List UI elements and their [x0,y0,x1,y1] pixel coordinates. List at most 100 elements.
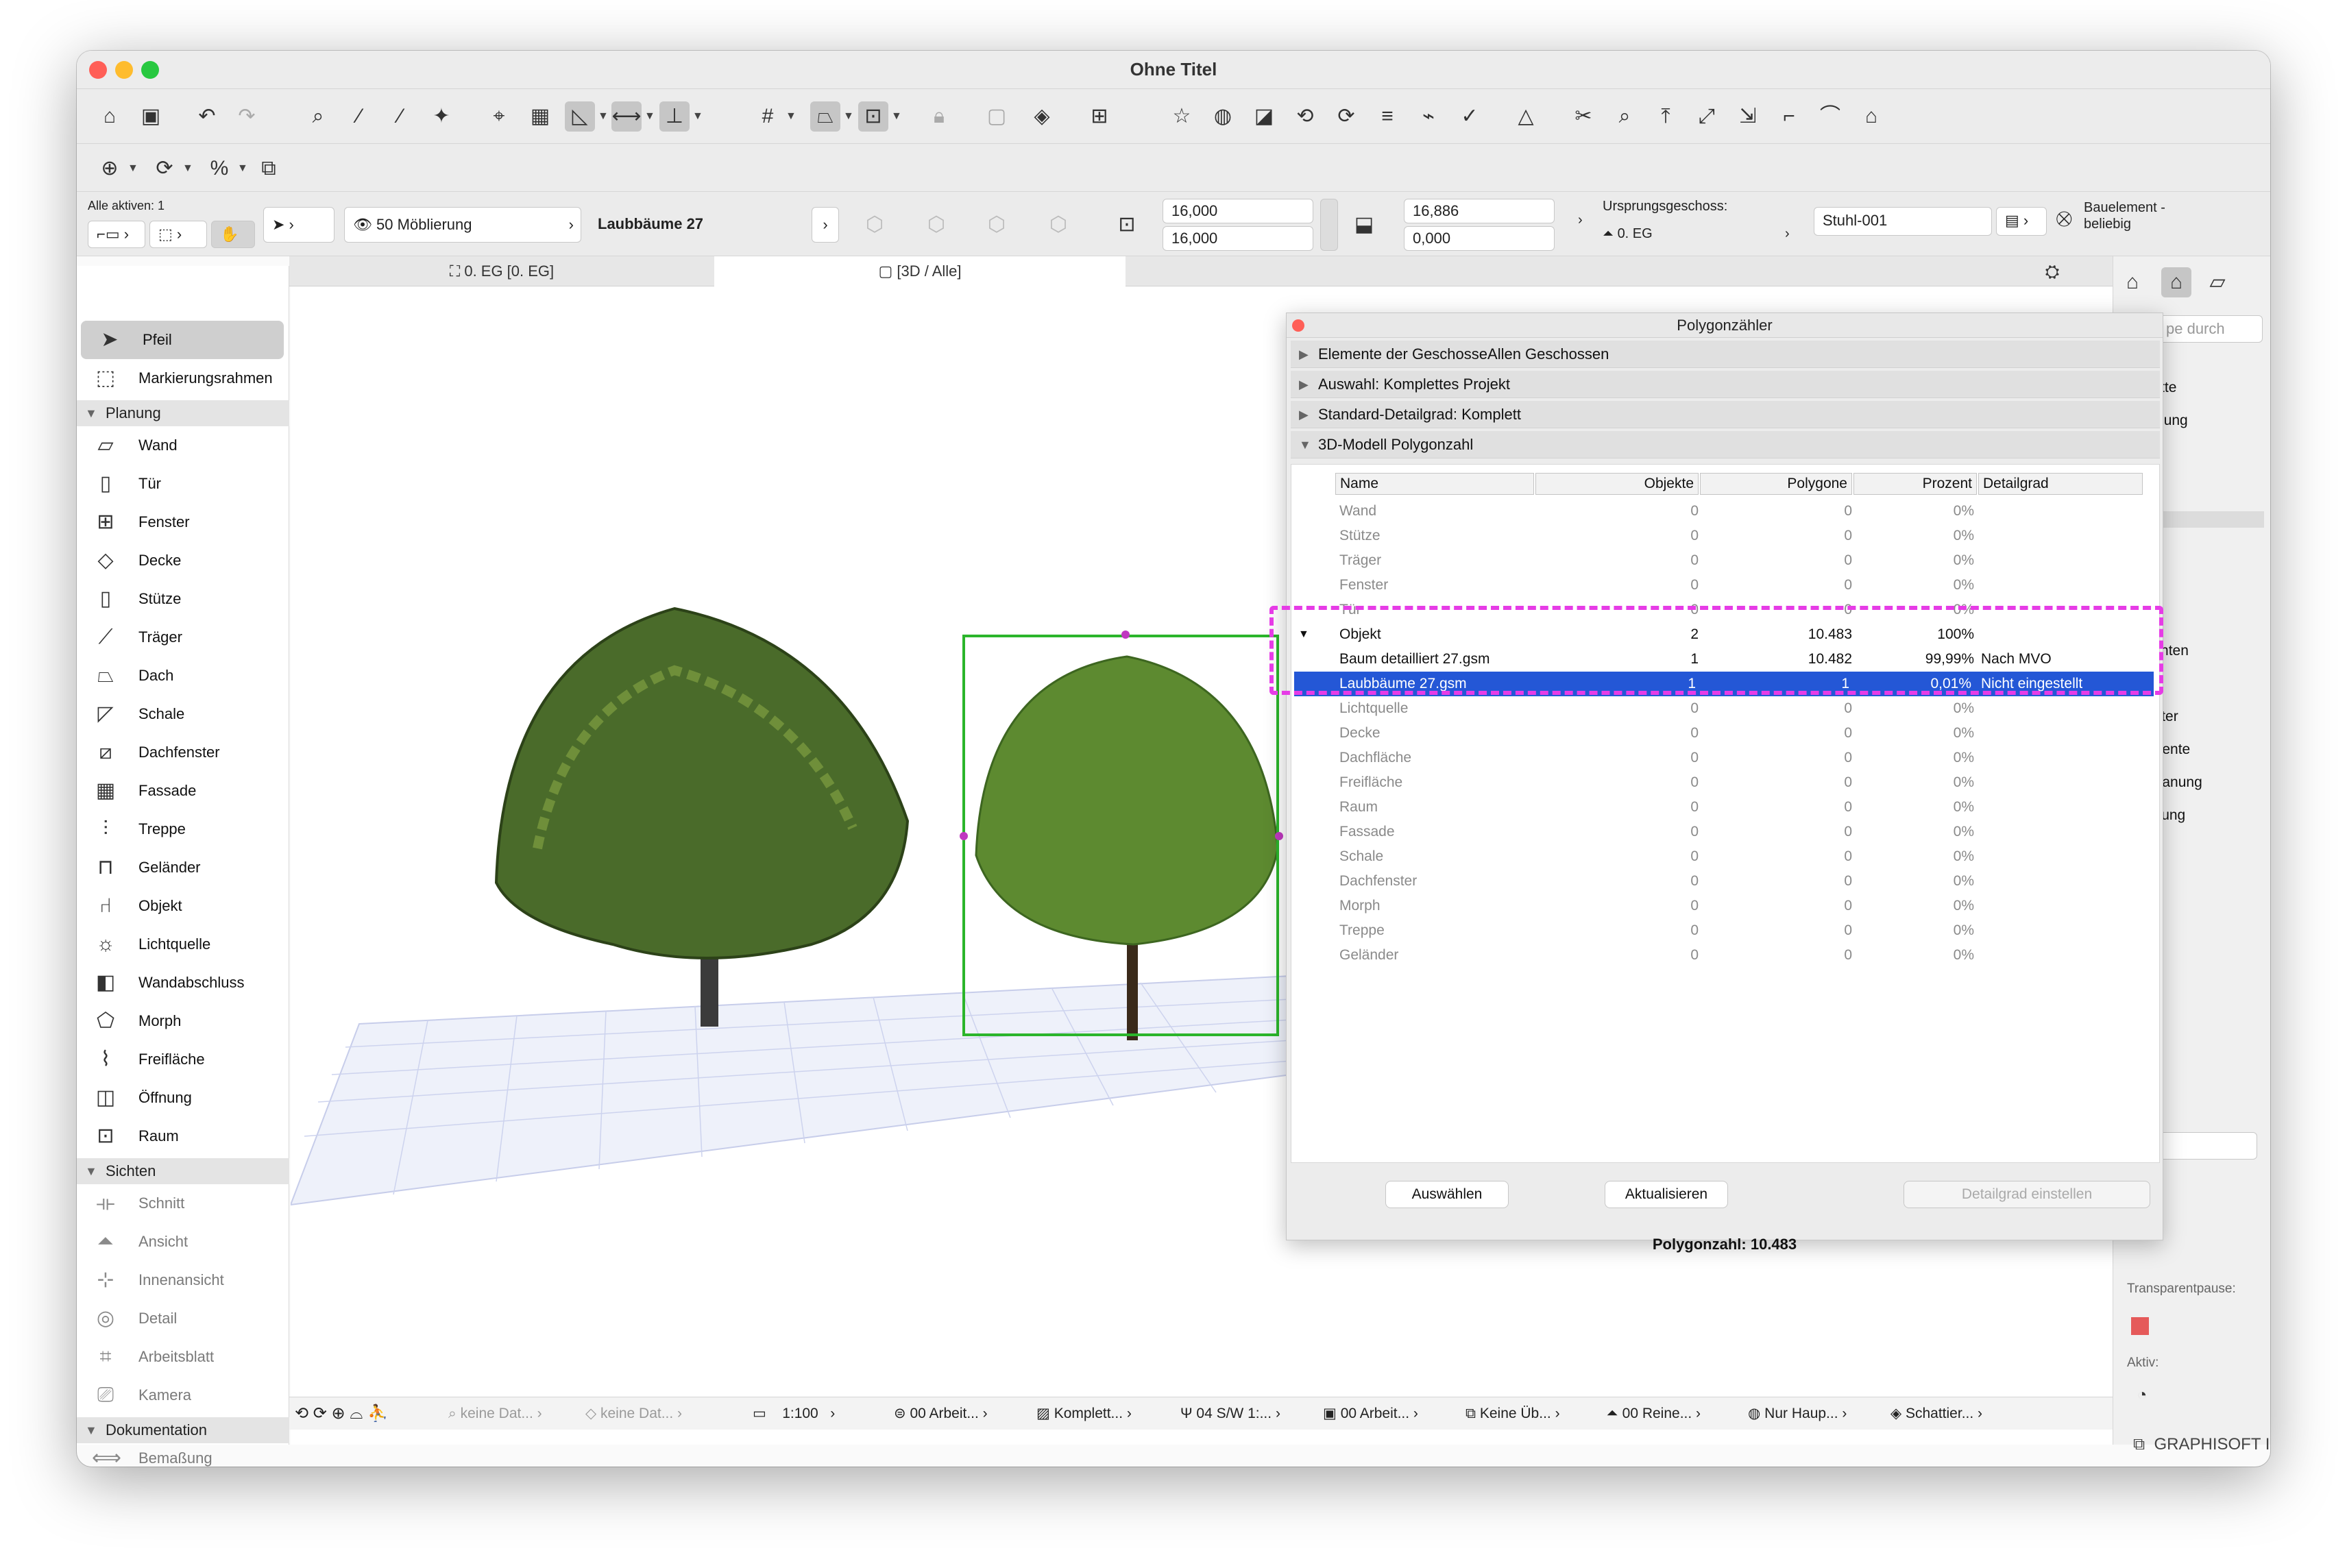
check-icon[interactable]: ✓ [1455,101,1485,132]
tool-decke[interactable]: ◇ Decke [77,541,289,580]
chevron-down-icon[interactable]: ▼ [843,101,854,132]
tab-floor-plan[interactable]: ⛶ 0. EG [0. EG] [289,256,714,286]
table-row[interactable]: Freifläche 0 0 0% [1291,770,2159,795]
tool-arrow[interactable]: ➤ Pfeil [81,321,284,359]
view-cube-icon[interactable]: ⬡ [1043,210,1073,240]
sb-item[interactable]: ▣ 00 Arbeit... › [1323,1397,1418,1430]
tool-lichtquelle[interactable]: ☼ Lichtquelle [77,925,289,964]
magnifier-tool-icon[interactable]: ⌕ [1609,101,1640,132]
tool-morph[interactable]: ⬠ Morph [77,1002,289,1040]
origin-story-value[interactable]: ⏶ 0. EG [1603,226,1653,242]
chevron-down-icon[interactable]: ▼ [127,154,138,184]
table-row[interactable]: Wand 0 0 0% [1291,499,2159,524]
chevron-down-icon[interactable]: ▼ [598,101,609,132]
chevron-right-icon[interactable]: › [812,207,839,243]
table-row[interactable]: Fenster 0 0 0% [1291,573,2159,598]
triangle-circle-icon[interactable]: △ [1511,101,1541,132]
tool-dach[interactable]: ⏢ Dach [77,657,289,695]
distribute-icon[interactable]: ⊞ [1084,101,1115,132]
view-map-icon[interactable]: ⌂ [2161,267,2191,297]
tool-oeffnung[interactable]: ◫ Öffnung [77,1079,289,1117]
col-objects[interactable]: Objekte [1535,473,1699,495]
syringe-icon[interactable]: ⁄ [385,101,415,132]
tool-fassade[interactable]: ▦ Fassade [77,772,289,810]
selection-handle[interactable] [960,832,968,840]
undo-icon[interactable]: ↶ [192,101,222,132]
snap-guides-icon[interactable]: ⟷ [611,101,642,132]
chevron-down-icon[interactable]: ▼ [786,101,796,132]
tool-gelaender[interactable]: ⊓ Geländer [77,848,289,887]
magic-select-icon[interactable]: ✋ [211,221,255,248]
editing-plane-icon[interactable]: ⏢ [810,101,840,132]
table-row[interactable]: Fassade 0 0 0% [1291,820,2159,844]
tab-3d[interactable]: ▢ [3D / Alle] [714,256,1126,286]
tool-raum[interactable]: ⊡ Raum [77,1117,289,1155]
tool-objekt[interactable]: ⑁ Objekt [77,887,289,925]
corner-icon[interactable]: ⌐ [1774,101,1804,132]
tool-marquee[interactable]: ⬚ Markierungsrahmen [77,359,289,397]
sb-item[interactable]: ⧉ Keine Üb... › [1466,1397,1560,1430]
set-detail-level-button[interactable]: Detailgrad einstellen [1904,1181,2150,1208]
graphisoft-id[interactable]: ⧉ GRAPHISOFT ID [2133,1428,2270,1461]
navigator-search-input[interactable]: pe durch [2157,315,2263,343]
chevron-down-icon[interactable]: ▼ [237,154,248,184]
table-row[interactable]: Dachfenster 0 0 0% [1291,869,2159,894]
magic-wand-icon[interactable]: ✦ [426,101,457,132]
marquee-method-button[interactable]: ⬚ › [149,221,207,248]
tool-tuer[interactable]: ▯ Tür [77,465,289,503]
sb-item[interactable]: ▨ Komplett... › [1036,1397,1132,1430]
chevron-down-icon[interactable]: ▼ [692,101,703,132]
layout-book-icon[interactable]: ▱ [2202,267,2233,297]
grid-icon[interactable]: # [753,101,783,132]
selection-box[interactable] [962,635,1279,1036]
group-icon[interactable]: ▢ [982,101,1012,132]
orbit-icon[interactable]: ⟲ ⟳ ⊕ ⌓ ⛹ [295,1397,388,1430]
tool-traeger[interactable]: ⟋ Träger [77,618,289,657]
section-geschosse[interactable]: ▶ Elemente der GeschosseAllen Geschossen [1291,341,2160,368]
guide-lines-icon[interactable]: ◺ [565,101,595,132]
section-sichten[interactable]: ▼ Sichten [77,1158,289,1184]
tool-arbeitsblatt[interactable]: ⌗ Arbeitsblatt [77,1338,289,1376]
gravity-icon[interactable]: ⊡ [858,101,888,132]
sb-item[interactable]: ◍ Nur Haup... › [1748,1397,1847,1430]
tool-wandabschluss[interactable]: ◧ Wandabschluss [77,964,289,1002]
tool-freiflaeche[interactable]: ⌇ Freifläche [77,1040,289,1079]
chevron-down-icon[interactable]: ▼ [182,154,193,184]
col-name[interactable]: Name [1335,473,1534,495]
tool-kamera[interactable]: ⎚ Kamera [77,1376,289,1414]
duplicate-icon[interactable]: ⧉ [254,154,284,184]
table-row[interactable]: Lichtquelle 0 0 0% [1291,696,2159,721]
lock-icon[interactable]: 🔒︎ [924,101,954,132]
dialog-close-button[interactable] [1292,319,1304,332]
snap-points-icon[interactable]: ⊥ [659,101,690,132]
link-ratio-icon[interactable] [1320,199,1338,251]
fillet-icon[interactable]: ⌒ [1815,101,1845,132]
section-polygonzahl[interactable]: ▼ 3D-Modell Polygonzahl [1291,431,2160,458]
snap-icon[interactable]: ⌖ [484,101,514,132]
sb-item[interactable]: ⏶ 00 Reine... › [1607,1397,1701,1430]
eyedropper-icon[interactable]: ⁄ [344,101,374,132]
stretch-icon[interactable]: ⇲ [1733,101,1763,132]
section-auswahl[interactable]: ▶ Auswahl: Komplettes Projekt [1291,371,2160,398]
sb-item[interactable]: Ψ 04 S/W 1:... › [1180,1397,1280,1430]
settings-dialog-icon[interactable]: ▤ › [1996,207,2047,236]
redo-icon[interactable]: ↷ [232,101,262,132]
table-row[interactable]: Raum 0 0 0% [1291,795,2159,820]
pointer-icon[interactable]: ➤ › [263,207,335,243]
section-dokumentation[interactable]: ▼ Dokumentation [77,1417,289,1443]
table-row[interactable]: Decke 0 0 0% [1291,721,2159,746]
tag-icon[interactable]: ⌁ [1413,101,1444,132]
col-percent[interactable]: Prozent [1853,473,1977,495]
layer-selector[interactable]: 👁︎ 50 Möblierung › [344,207,581,243]
sb-item[interactable]: ◇ keine Dat... › [585,1397,682,1430]
tool-bemassung[interactable]: ⟺ Bemaßung [77,1443,289,1467]
pie-icon[interactable]: ◔ [2127,1380,2157,1410]
resize-icon[interactable]: ⤢ [1692,101,1722,132]
elevate-icon[interactable]: ⤒ [1651,101,1681,132]
tool-dachfenster[interactable]: ⧄ Dachfenster [77,733,289,772]
table-row[interactable]: Geländer 0 0 0% [1291,943,2159,968]
move-icon[interactable]: ⊕ [95,154,125,184]
grid-snap-icon[interactable]: ▦ [525,101,555,132]
chevron-right-icon[interactable]: › [1785,226,1790,242]
classification-icon[interactable]: ⛒ [2056,210,2071,228]
